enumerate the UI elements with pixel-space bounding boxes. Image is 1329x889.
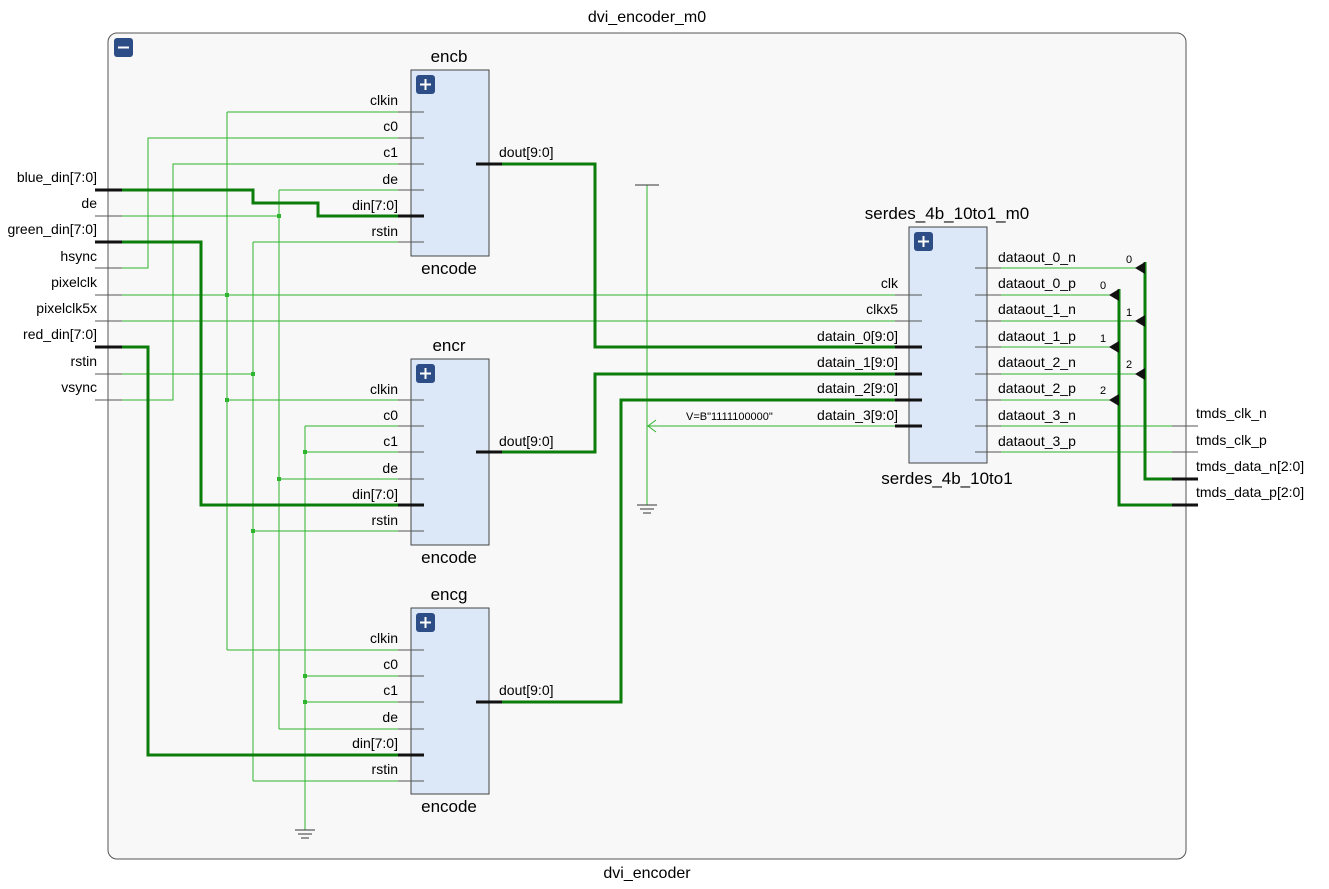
encr-pin-de: de	[382, 460, 398, 476]
encg-pin-c0: c0	[383, 656, 398, 672]
serdes-pin-dataout-3-n: dataout_3_n	[998, 407, 1076, 423]
encb-pin-de: de	[382, 171, 398, 187]
serdes-pin-datain-3: datain_3[9:0]	[817, 407, 898, 423]
encr-pin-din: din[7:0]	[352, 486, 398, 502]
bus-index: 2	[1100, 385, 1106, 397]
port-tmds-data-p[interactable]: tmds_data_p[2:0]	[1196, 484, 1304, 500]
encg-instance-name: encg	[431, 585, 468, 604]
encg-block[interactable]	[398, 607, 502, 795]
bus-index: 1	[1100, 333, 1106, 345]
port-tmds-clk-p[interactable]: tmds_clk_p	[1196, 432, 1267, 448]
port-blue-din[interactable]: blue_din[7:0]	[17, 169, 97, 185]
encb-pin-dout: dout[9:0]	[499, 144, 554, 160]
encg-pin-din: din[7:0]	[352, 735, 398, 751]
port-de[interactable]: de	[81, 195, 97, 211]
serdes-instance-name: serdes_4b_10to1_m0	[865, 204, 1029, 223]
serdes-pin-dataout-0-n: dataout_0_n	[998, 249, 1076, 265]
encb-pin-c1: c1	[383, 144, 398, 160]
top-module-name: dvi_encoder	[603, 865, 691, 882]
encr-pin-rstin: rstin	[372, 512, 398, 528]
serdes-pin-dataout-2-n: dataout_2_n	[998, 354, 1076, 370]
serdes-pin-dataout-0-p: dataout_0_p	[998, 275, 1076, 291]
encg-module-name: encode	[421, 797, 477, 816]
encg-pin-rstin: rstin	[372, 761, 398, 777]
serdes-block[interactable]	[895, 226, 1001, 464]
serdes-pin-dataout-3-p: dataout_3_p	[998, 433, 1076, 449]
encb-pin-rstin: rstin	[372, 223, 398, 239]
encr-pin-clkin: clkin	[370, 381, 398, 397]
port-hsync[interactable]: hsync	[60, 248, 97, 264]
expand-serdes-button[interactable]	[914, 232, 933, 251]
serdes-pin-datain-0: datain_0[9:0]	[817, 328, 898, 344]
port-tmds-data-n[interactable]: tmds_data_n[2:0]	[1196, 458, 1304, 474]
port-tmds-clk-n[interactable]: tmds_clk_n	[1196, 405, 1267, 421]
serdes-module-name: serdes_4b_10to1	[881, 469, 1012, 488]
serdes-pin-dataout-2-p: dataout_2_p	[998, 380, 1076, 396]
encr-pin-c1: c1	[383, 433, 398, 449]
top-instance-name: dvi_encoder_m0	[588, 9, 706, 26]
encb-block[interactable]	[398, 69, 502, 257]
serdes-pin-clkx5: clkx5	[866, 301, 898, 317]
constant-value-label: V=B"1111100000"	[686, 411, 773, 423]
serdes-pin-datain-2: datain_2[9:0]	[817, 380, 898, 396]
serdes-pin-dataout-1-p: dataout_1_p	[998, 328, 1076, 344]
encr-block[interactable]	[398, 358, 502, 546]
port-green-din[interactable]: green_din[7:0]	[7, 221, 97, 237]
port-pixelclk5x[interactable]: pixelclk5x	[36, 300, 97, 316]
expand-encg-button[interactable]	[416, 613, 435, 632]
collapse-button[interactable]	[114, 38, 133, 57]
encg-pin-c1: c1	[383, 682, 398, 698]
port-pixelclk[interactable]: pixelclk	[51, 274, 98, 290]
encg-pin-de: de	[382, 709, 398, 725]
port-vsync[interactable]: vsync	[61, 379, 97, 395]
serdes-pin-dataout-1-n: dataout_1_n	[998, 301, 1076, 317]
encr-module-name: encode	[421, 548, 477, 567]
encb-pin-clkin: clkin	[370, 92, 398, 108]
bus-index: 0	[1100, 280, 1106, 292]
encr-pin-c0: c0	[383, 407, 398, 423]
port-red-din[interactable]: red_din[7:0]	[23, 326, 97, 342]
serdes-pin-clk: clk	[881, 275, 899, 291]
encb-pin-din: din[7:0]	[352, 197, 398, 213]
encb-instance-name: encb	[431, 47, 468, 66]
encg-pin-clkin: clkin	[370, 630, 398, 646]
expand-encb-button[interactable]	[416, 75, 435, 94]
expand-encr-button[interactable]	[416, 364, 435, 383]
encr-pin-dout: dout[9:0]	[499, 433, 554, 449]
encr-instance-name: encr	[432, 336, 465, 355]
encg-pin-dout: dout[9:0]	[499, 682, 554, 698]
encb-pin-c0: c0	[383, 118, 398, 134]
encb-module-name: encode	[421, 259, 477, 278]
port-rstin[interactable]: rstin	[71, 353, 97, 369]
bus-index: 0	[1126, 254, 1132, 266]
bus-index: 2	[1126, 359, 1132, 371]
bus-index: 1	[1126, 307, 1132, 319]
schematic-canvas: dvi_encoder_m0 dvi_encoder 0 0 1 1 2 2 V…	[7, 9, 1304, 882]
serdes-pin-datain-1: datain_1[9:0]	[817, 354, 898, 370]
